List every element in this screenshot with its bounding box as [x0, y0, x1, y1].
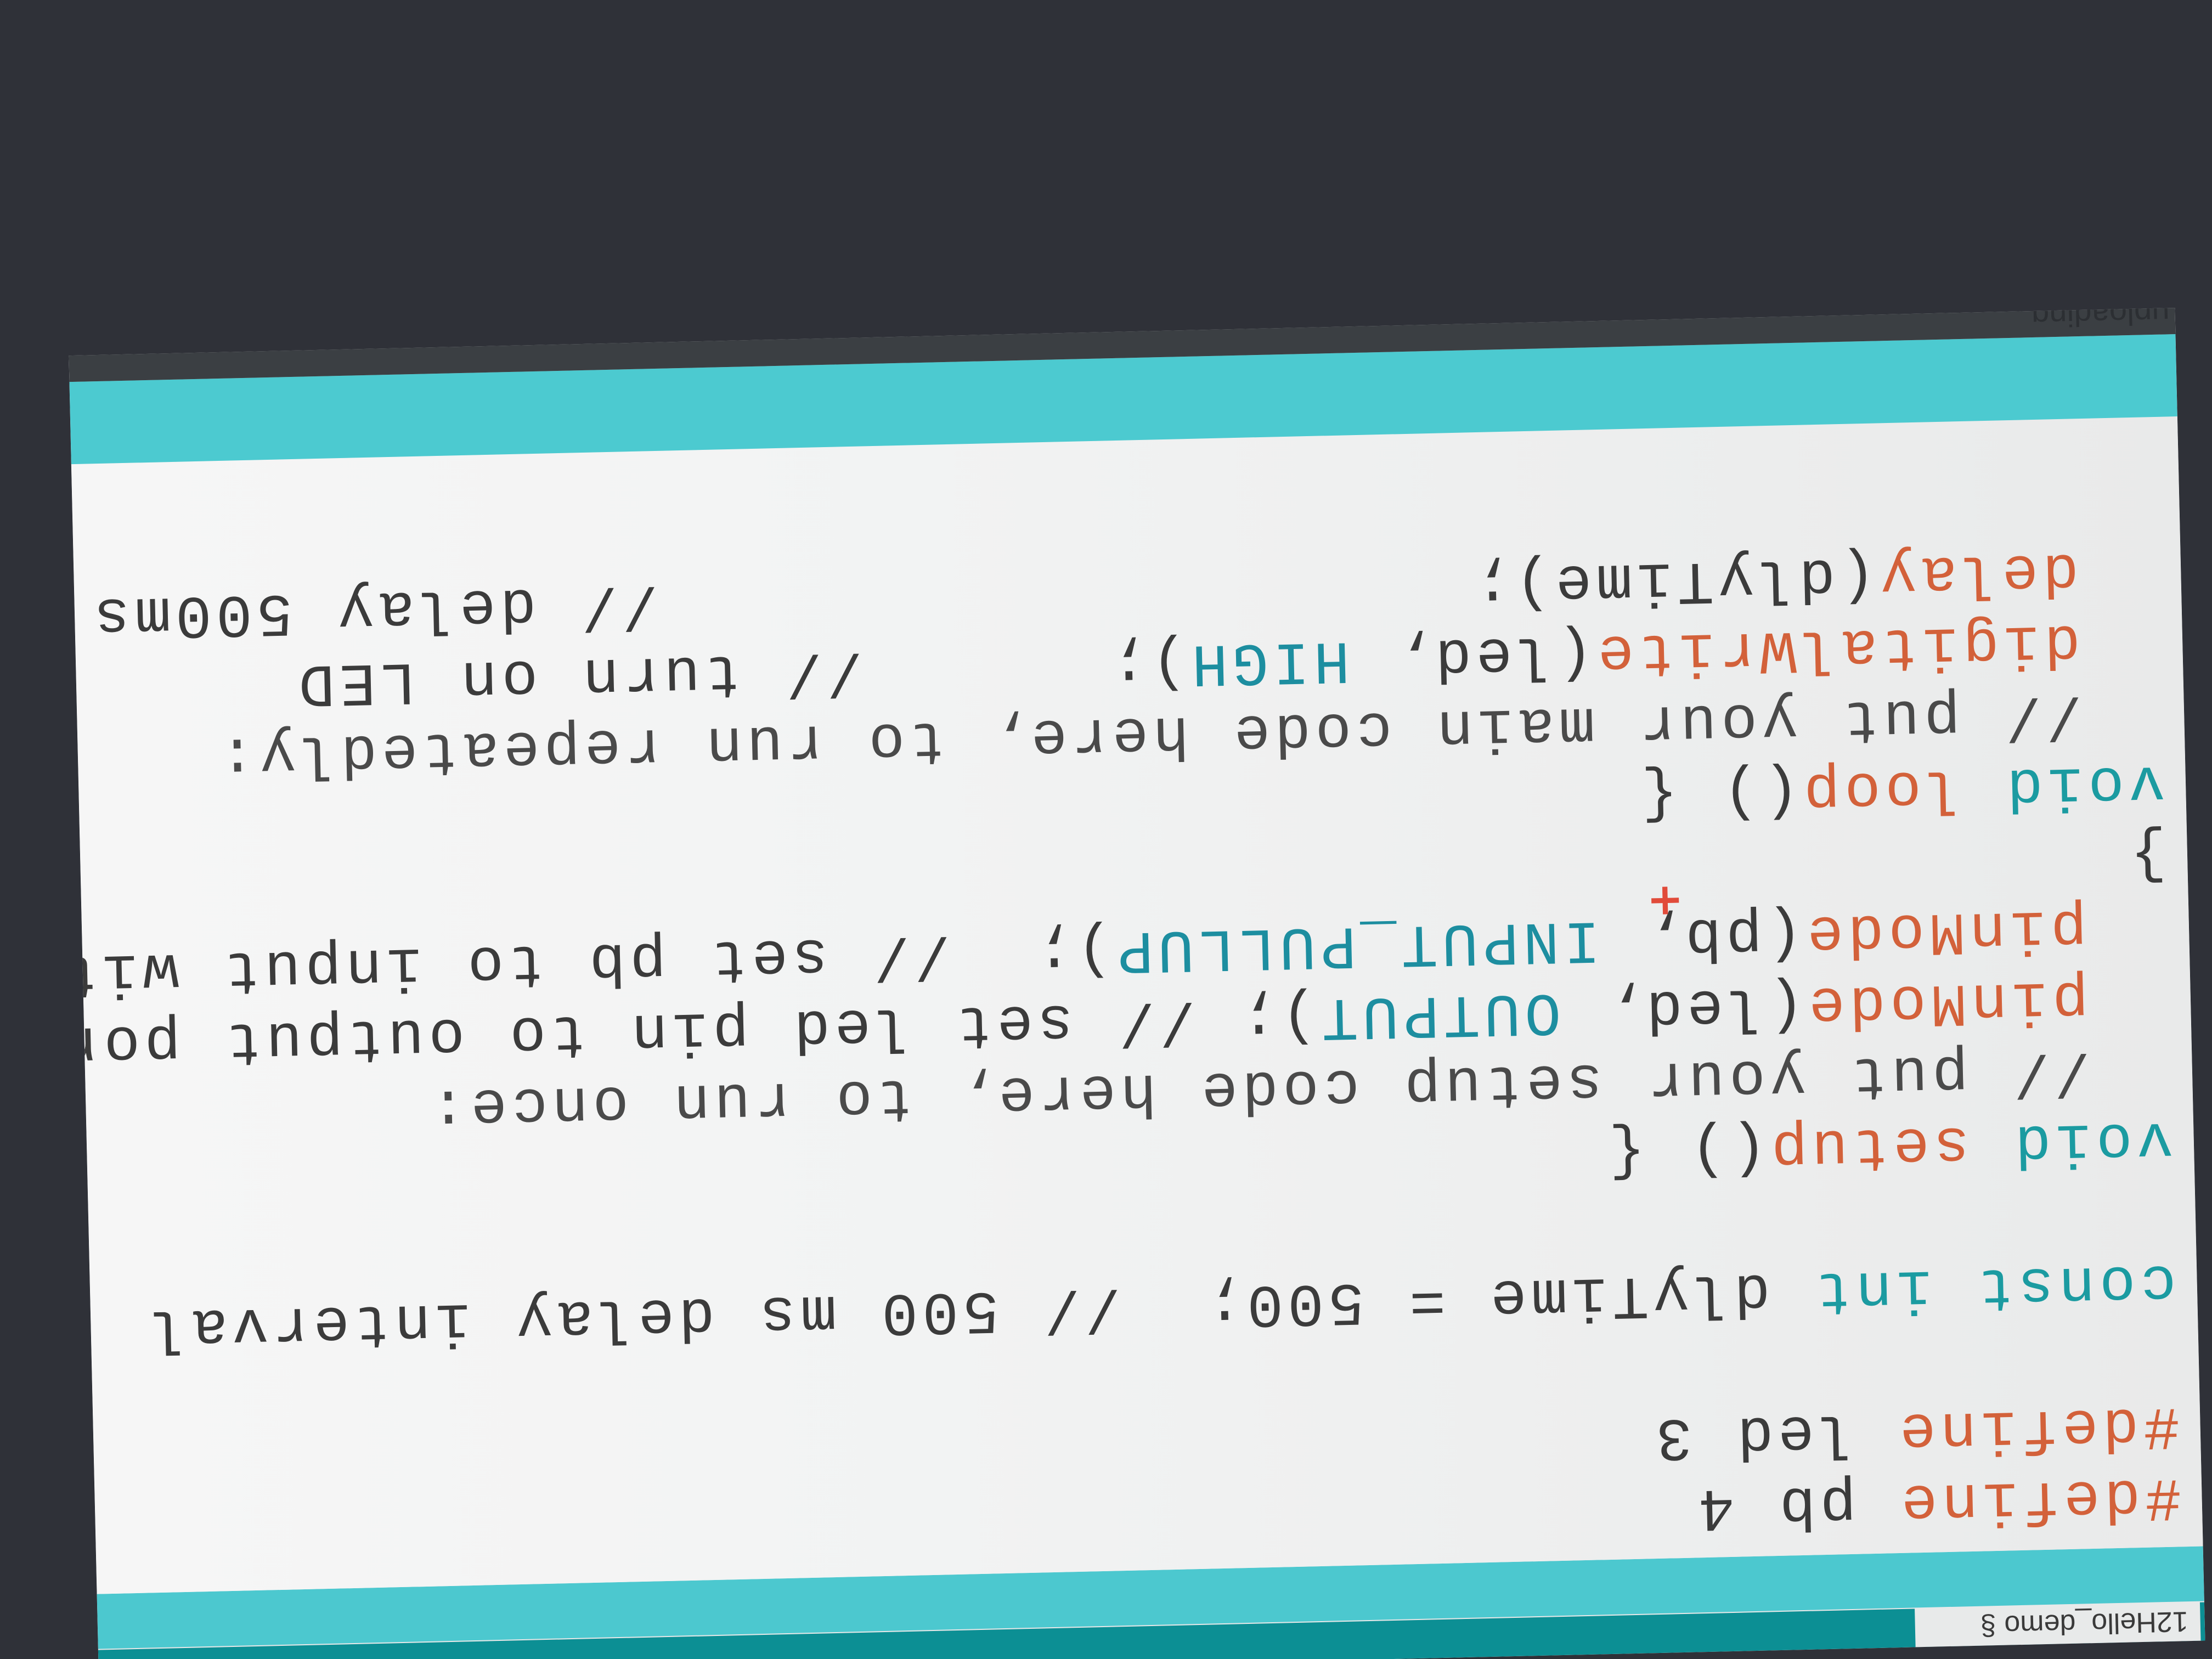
function-name: loop — [1798, 752, 2004, 826]
constant: OUTPUT — [1316, 976, 1562, 1051]
code-text: (led, — [1560, 970, 1805, 1045]
code-line-1: #define pb 4 — [1693, 1462, 2182, 1541]
code-text: led 3 — [1651, 1397, 1897, 1471]
code-editor[interactable]: #define pb 4 #define led 3 const int dly… — [69, 416, 2203, 1594]
type-keyword: const int — [1810, 1248, 2177, 1325]
function-name: pinMode — [1803, 962, 2171, 1040]
code-line-8: } — [2125, 820, 2168, 890]
code-text: () { — [1604, 1114, 1768, 1187]
directive: #define — [1894, 1390, 2180, 1466]
code-line-9: void loop() { — [1637, 749, 2166, 830]
code-text: (dlyTime); — [1469, 541, 1877, 619]
mouse-cursor-icon: + — [1646, 876, 1684, 928]
type-keyword: void — [2010, 1105, 2174, 1178]
sketch-tab[interactable]: 12Hello_demo § — [1915, 1601, 2201, 1647]
constant: HIGH — [1186, 624, 1351, 697]
code-line-4: void setup() { — [1604, 1105, 2174, 1187]
code-text: pb 4 — [1693, 1468, 1898, 1542]
console-output: ion took 0.04s — [292, 308, 748, 329]
type-keyword: void — [2001, 748, 2166, 821]
code-line-2: #define led 3 — [1651, 1390, 2180, 1471]
code-line-3: const int dlyTime = 500; // 500 ms delay… — [146, 1248, 2177, 1362]
function-name: setup — [1766, 1109, 2012, 1183]
upside-down-screen: 12Hello_demo § #define pb 4 #define led … — [0, 0, 2212, 1659]
photo-background: 12Hello_demo § #define pb 4 #define led … — [0, 0, 2212, 1659]
function-name: digitalWrite — [1592, 606, 2163, 688]
directive: #define — [1896, 1462, 2182, 1537]
function-name: pinMode — [1802, 891, 2169, 968]
arduino-ide-window: 12Hello_demo § #define pb 4 #define led … — [69, 308, 2205, 1659]
code-text: (pb, — [1599, 899, 1804, 973]
constant: INPUT_PULLUP — [1111, 904, 1601, 984]
function-name: delay — [1875, 534, 2161, 610]
code-text: (led, — [1348, 619, 1594, 693]
upload-status: uploading. — [2022, 308, 2170, 334]
code-text: () { — [1636, 757, 1801, 830]
code-text: dlyTime = 500; // 500 ms delay interval — [145, 1256, 1812, 1363]
